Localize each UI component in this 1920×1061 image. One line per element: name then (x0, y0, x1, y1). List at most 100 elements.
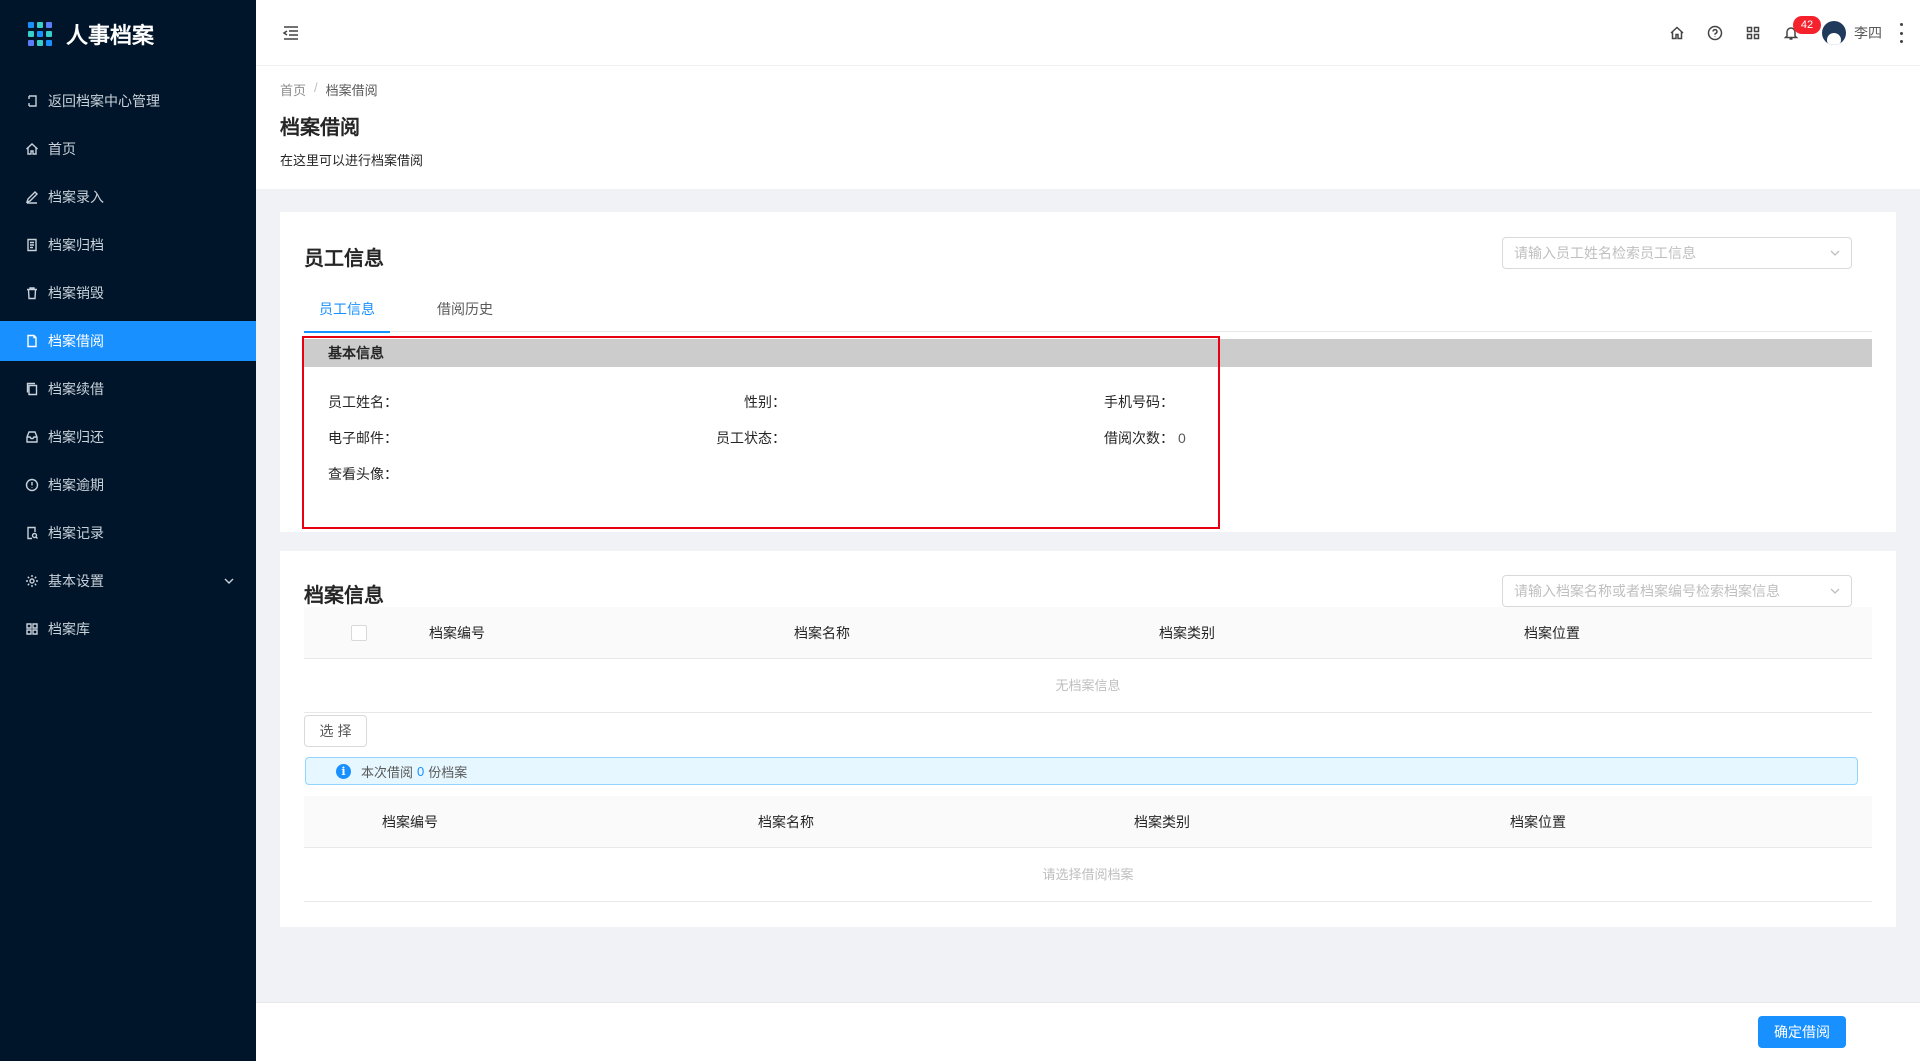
sidebar-item-destroy[interactable]: 档案销毁 (0, 273, 256, 313)
app-title: 人事档案 (66, 23, 155, 48)
basic-info-header: 基本信息 (304, 339, 1872, 367)
breadcrumb-current: 档案借阅 (325, 83, 378, 98)
alert-circle-icon (24, 477, 40, 493)
employee-status-field: 员工状态： (716, 428, 790, 448)
sidebar-item-label: 基本设置 (48, 573, 104, 589)
user-name: 李四 (1854, 25, 1882, 41)
email-label: 电子邮件： (328, 430, 398, 446)
phone-field: 手机号码： (1104, 392, 1178, 412)
column-header: 档案位置 (1524, 625, 1580, 641)
apps-button[interactable] (1734, 14, 1772, 52)
column-header: 档案编号 (429, 625, 485, 641)
borrow-count-alert: i 本次借阅 0 份档案 (305, 757, 1858, 785)
phone-label: 手机号码： (1104, 394, 1174, 410)
sidebar-item-label: 档案销毁 (48, 285, 104, 301)
breadcrumb-separator: / (314, 80, 318, 95)
avatar-field[interactable]: 查看头像： (328, 464, 398, 484)
table-header: 档案编号 档案名称 档案类别 档案位置 (304, 607, 1872, 659)
grid-icon (24, 621, 40, 637)
table-empty-text: 无档案信息 (304, 659, 1872, 713)
gender-field: 性别： (744, 392, 790, 412)
selected-archive-table: 档案编号 档案名称 档案类别 档案位置 请选择借阅档案 (304, 796, 1872, 902)
alert-prefix: 本次借阅 (361, 764, 414, 780)
archive-search-select[interactable]: 请输入档案名称或者档案编号检索档案信息 (1502, 575, 1852, 607)
borrow-count-value: 0 (1178, 430, 1186, 446)
borrow-count-label: 借阅次数： (1104, 430, 1174, 446)
question-circle-icon (1707, 25, 1723, 41)
employee-name-field: 员工姓名： (328, 392, 402, 412)
alert-suffix: 份档案 (428, 764, 468, 780)
sidebar-item-entry[interactable]: 档案录入 (0, 177, 256, 217)
sidebar-item-borrow[interactable]: 档案借阅 (0, 321, 256, 361)
email-field: 电子邮件： (328, 428, 402, 448)
brand[interactable]: 人事档案 (0, 0, 256, 68)
tab-borrow-history[interactable]: 借阅历史 (422, 286, 508, 332)
avatar (1822, 21, 1846, 45)
header-actions: 42 李四 (1658, 0, 1906, 66)
page-description: 在这里可以进行档案借阅 (280, 153, 424, 168)
file-search-icon (24, 525, 40, 541)
breadcrumb-home-link[interactable]: 首页 (280, 80, 306, 99)
employee-search-select[interactable]: 请输入员工姓名检索员工信息 (1502, 237, 1852, 269)
archive-card-title: 档案信息 (304, 585, 384, 607)
sidebar-item-label: 档案归还 (48, 429, 104, 445)
sidebar: 人事档案 返回档案中心管理 首页 档案录入 档案归档 档案销毁 档案借阅 档案续… (0, 0, 256, 1061)
sidebar-item-library[interactable]: 档案库 (0, 609, 256, 649)
tab-employee-info[interactable]: 员工信息 (304, 286, 390, 333)
page-title: 档案借阅 (280, 117, 360, 139)
sidebar-item-label: 档案逾期 (48, 477, 104, 493)
column-header: 档案位置 (1510, 814, 1566, 830)
trash-icon (24, 285, 40, 301)
sidebar-item-archive[interactable]: 档案归档 (0, 225, 256, 265)
gender-label: 性别： (744, 394, 786, 410)
page-header: 首页 / 档案借阅 档案借阅 在这里可以进行档案借阅 (256, 66, 1920, 189)
top-header: 42 李四 (256, 0, 1920, 66)
menu-fold-icon[interactable] (280, 24, 300, 42)
sidebar-item-label: 返回档案中心管理 (48, 93, 160, 109)
sidebar-item-settings[interactable]: 基本设置 (0, 561, 256, 601)
table-header: 档案编号 档案名称 档案类别 档案位置 (304, 796, 1872, 848)
employee-status-label: 员工状态： (716, 430, 786, 446)
view-avatar-label: 查看头像： (328, 466, 398, 482)
sidebar-item-label: 档案续借 (48, 381, 104, 397)
archive-table: 档案编号 档案名称 档案类别 档案位置 无档案信息 (304, 607, 1872, 713)
footer-bar: 确定借阅 (256, 1002, 1920, 1061)
notification-button[interactable]: 42 (1772, 14, 1821, 52)
sidebar-item-label: 首页 (48, 141, 76, 157)
chevron-down-icon (222, 574, 236, 591)
borrow-count-field: 借阅次数： 0 (1104, 428, 1186, 448)
more-vertical-icon[interactable] (1896, 23, 1906, 43)
sidebar-item-renew[interactable]: 档案续借 (0, 369, 256, 409)
breadcrumb: 首页 / 档案借阅 (280, 80, 1920, 99)
home-icon (1670, 26, 1684, 40)
inbox-icon (24, 429, 40, 445)
notification-badge: 42 (1793, 16, 1821, 34)
employee-name-label: 员工姓名： (328, 394, 398, 410)
app-grid-logo-icon (28, 22, 52, 46)
archive-search-placeholder: 请输入档案名称或者档案编号检索档案信息 (1514, 583, 1780, 599)
employee-tabs: 员工信息 借阅历史 (304, 286, 1872, 333)
confirm-borrow-button[interactable]: 确定借阅 (1758, 1016, 1846, 1048)
column-header: 档案名称 (794, 625, 850, 641)
chevron-down-icon (1830, 250, 1840, 256)
select-all-checkbox[interactable] (351, 625, 367, 641)
user-menu[interactable]: 李四 (1822, 21, 1882, 45)
employee-search-placeholder: 请输入员工姓名检索员工信息 (1514, 245, 1696, 261)
copy-icon (24, 381, 40, 397)
return-icon (24, 93, 40, 109)
sidebar-item-return[interactable]: 返回档案中心管理 (0, 81, 256, 121)
employee-card-title: 员工信息 (304, 248, 384, 270)
help-button[interactable] (1696, 14, 1734, 52)
select-button[interactable]: 选择 (304, 715, 367, 747)
home-button[interactable] (1658, 14, 1696, 52)
sidebar-item-home[interactable]: 首页 (0, 129, 256, 169)
table-empty-text: 请选择借阅档案 (304, 848, 1872, 902)
column-header: 档案类别 (1159, 625, 1215, 641)
column-header: 档案编号 (382, 814, 438, 830)
sidebar-item-records[interactable]: 档案记录 (0, 513, 256, 553)
sidebar-item-return-archive[interactable]: 档案归还 (0, 417, 256, 457)
sidebar-item-label: 档案库 (48, 621, 90, 637)
sidebar-item-overdue[interactable]: 档案逾期 (0, 465, 256, 505)
sidebar-item-label: 档案记录 (48, 525, 104, 541)
home-icon (24, 141, 40, 157)
